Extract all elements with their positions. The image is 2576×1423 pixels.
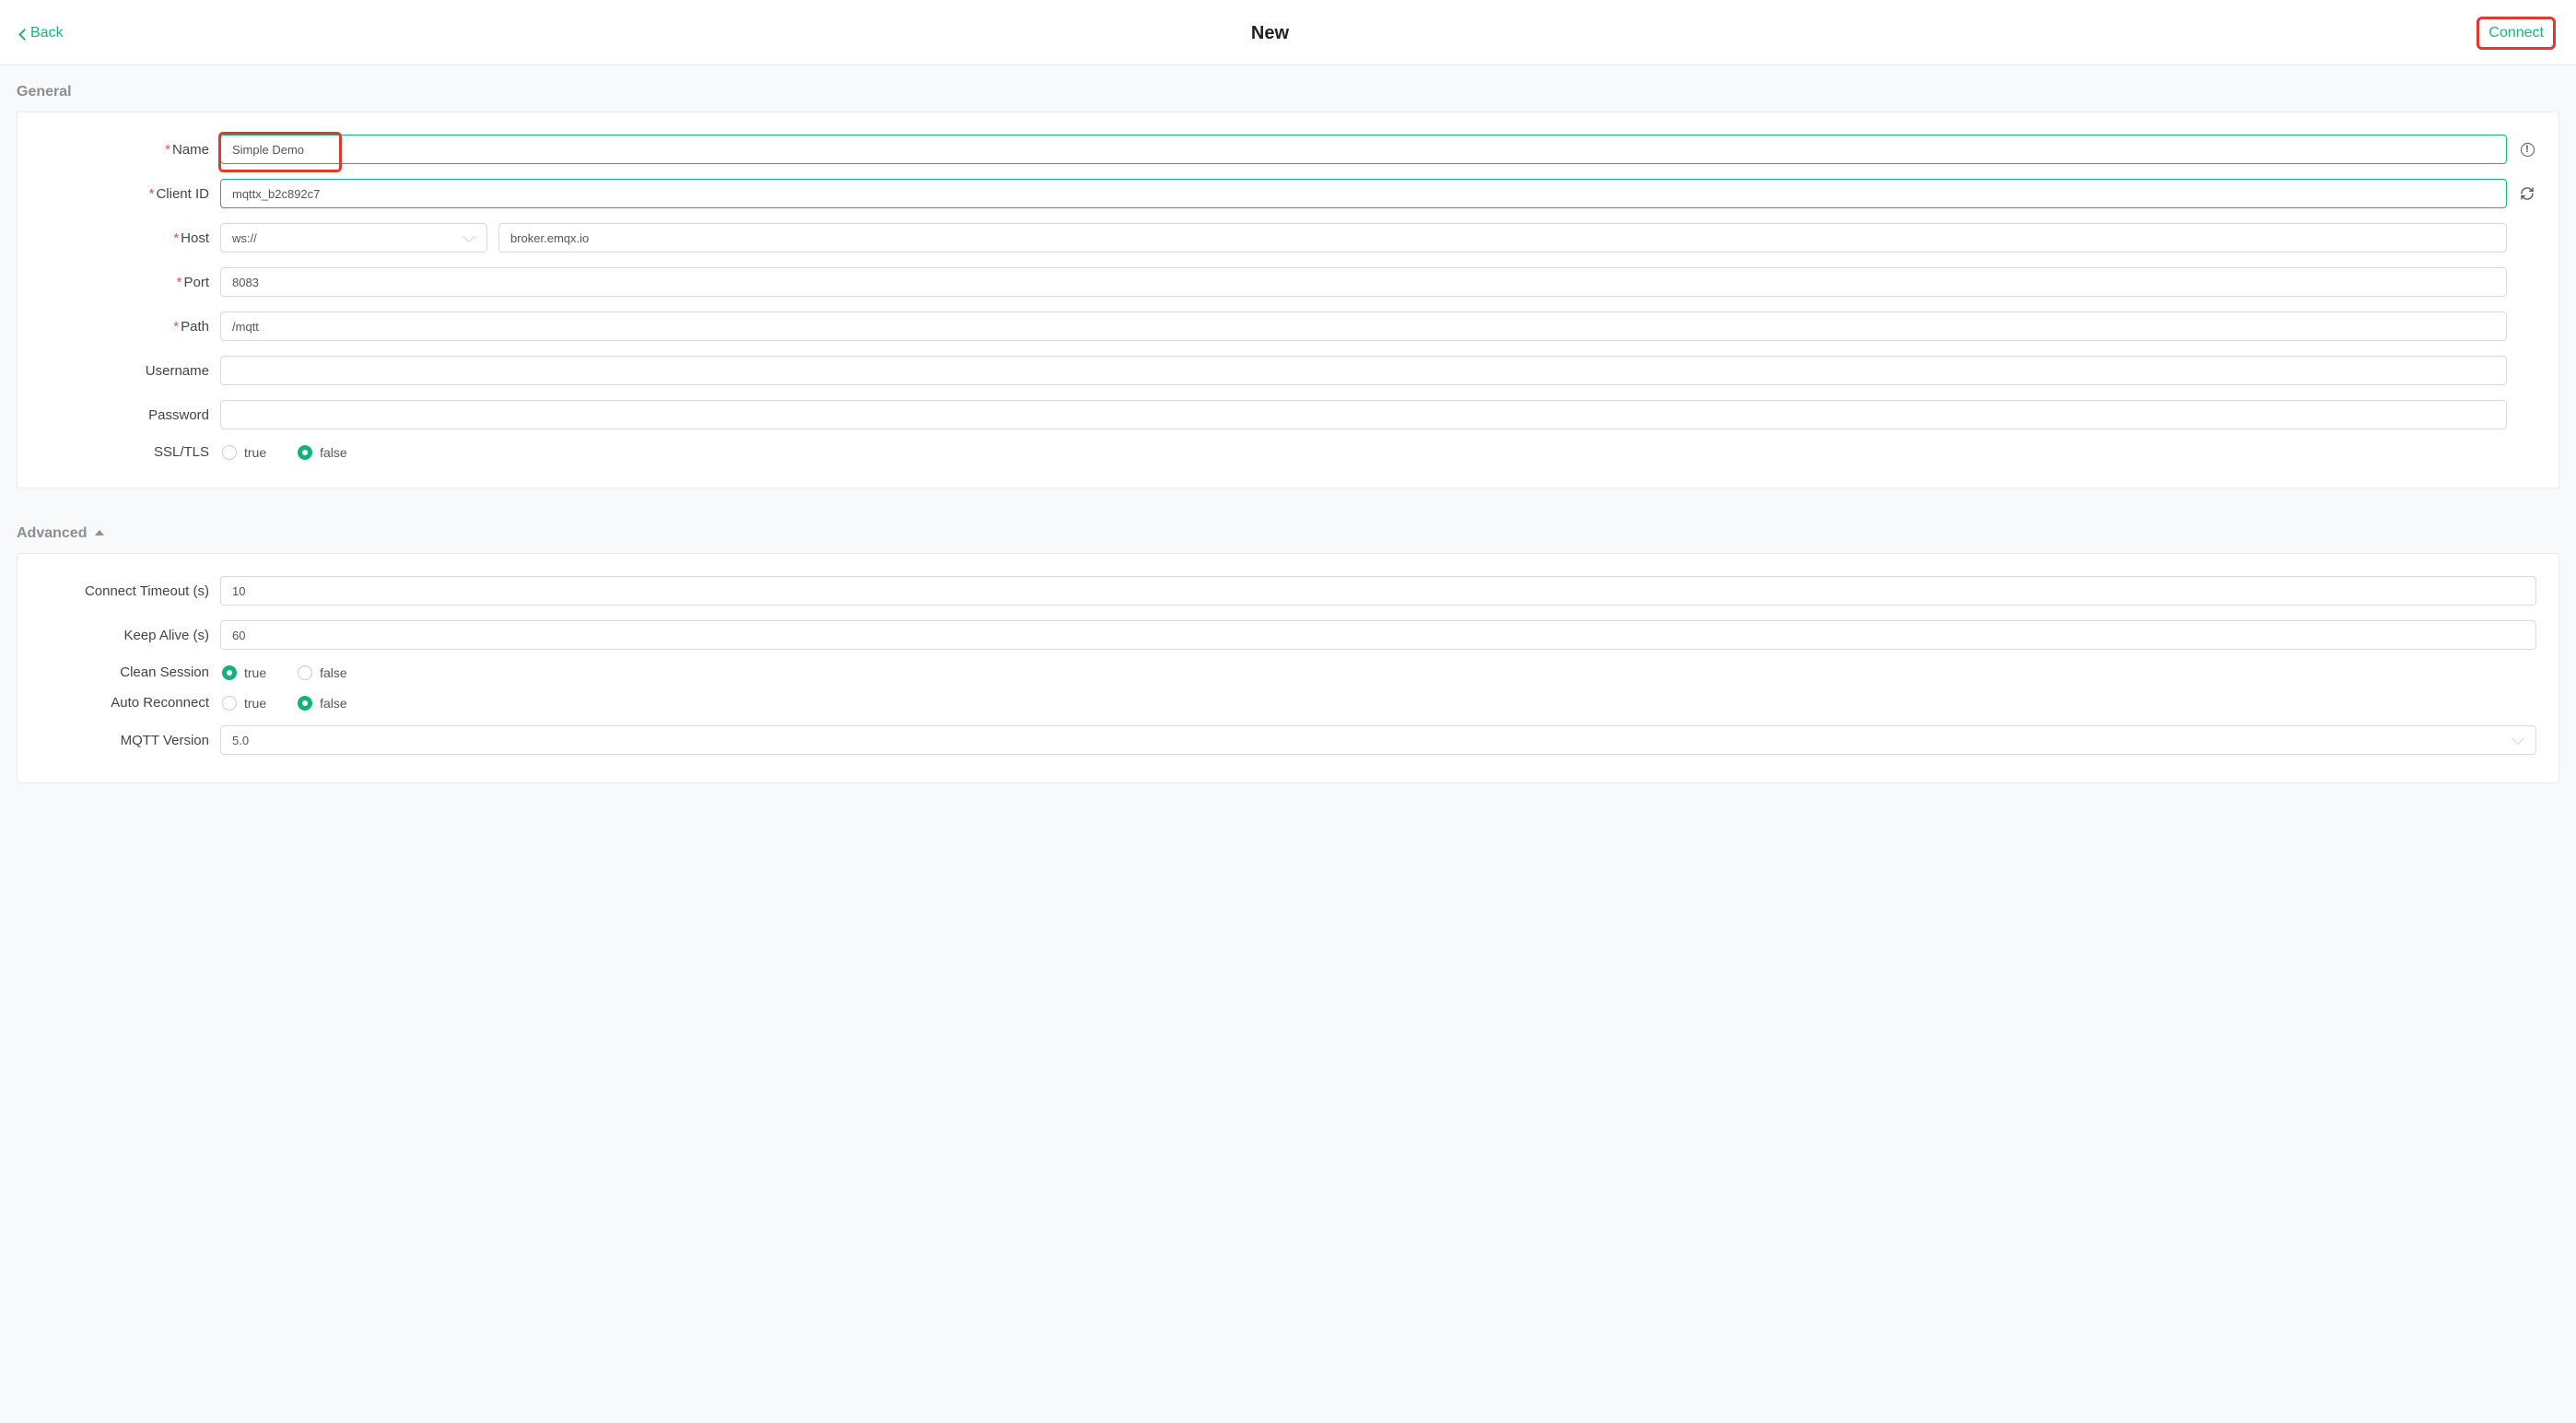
- mqtt-version-label: MQTT Version: [18, 733, 220, 748]
- chevron-down-icon: [2512, 738, 2524, 745]
- port-input[interactable]: [220, 267, 2507, 297]
- mqtt-version-value: 5.0: [232, 734, 249, 747]
- info-icon[interactable]: !: [2518, 143, 2536, 157]
- keep-alive-input[interactable]: [220, 620, 2536, 650]
- password-input[interactable]: [220, 400, 2507, 429]
- advanced-card: Connect Timeout (s) Keep Alive (s) Clean…: [17, 553, 2559, 783]
- chevron-down-icon: [463, 236, 475, 242]
- connect-timeout-label: Connect Timeout (s): [18, 583, 220, 599]
- general-card: *Name ! *Client ID *Host ws://: [17, 112, 2559, 488]
- radio-icon: [222, 665, 237, 680]
- chevron-left-icon: [18, 29, 30, 41]
- section-title-general: General: [0, 65, 2576, 112]
- username-input[interactable]: [220, 356, 2507, 385]
- path-label: *Path: [18, 319, 220, 335]
- ssltls-radio-true[interactable]: true: [222, 445, 266, 460]
- page-title: New: [1251, 23, 1289, 44]
- connect-timeout-input[interactable]: [220, 576, 2536, 606]
- clientid-input[interactable]: [220, 179, 2507, 208]
- auto-reconnect-radio-true[interactable]: true: [222, 696, 266, 711]
- section-title-advanced[interactable]: Advanced: [0, 507, 2576, 553]
- mqtt-version-select[interactable]: 5.0: [220, 725, 2536, 755]
- host-scheme-value: ws://: [232, 231, 257, 245]
- name-label: *Name: [18, 142, 220, 158]
- host-scheme-select[interactable]: ws://: [220, 223, 487, 253]
- path-input[interactable]: [220, 312, 2507, 341]
- name-input[interactable]: [220, 135, 2507, 164]
- back-button[interactable]: Back: [20, 25, 64, 41]
- radio-icon: [298, 665, 312, 680]
- radio-icon: [298, 696, 312, 711]
- caret-up-icon: [95, 530, 104, 535]
- clientid-label: *Client ID: [18, 186, 220, 202]
- ssltls-radio-false[interactable]: false: [298, 445, 347, 460]
- host-input[interactable]: [498, 223, 2507, 253]
- connect-button[interactable]: Connect: [2476, 17, 2556, 50]
- clean-session-radio-false[interactable]: false: [298, 665, 347, 680]
- back-label: Back: [30, 25, 64, 41]
- radio-icon: [298, 445, 312, 460]
- clean-session-radio-true[interactable]: true: [222, 665, 266, 680]
- refresh-clientid-button[interactable]: [2518, 186, 2536, 201]
- clean-session-label: Clean Session: [18, 664, 220, 680]
- password-label: Password: [18, 407, 220, 423]
- connect-label: Connect: [2488, 25, 2544, 41]
- port-label: *Port: [18, 275, 220, 290]
- radio-icon: [222, 445, 237, 460]
- keep-alive-label: Keep Alive (s): [18, 628, 220, 643]
- host-label: *Host: [18, 230, 220, 246]
- auto-reconnect-radio-false[interactable]: false: [298, 696, 347, 711]
- username-label: Username: [18, 363, 220, 379]
- auto-reconnect-label: Auto Reconnect: [18, 695, 220, 711]
- radio-icon: [222, 696, 237, 711]
- ssltls-label: SSL/TLS: [18, 444, 220, 460]
